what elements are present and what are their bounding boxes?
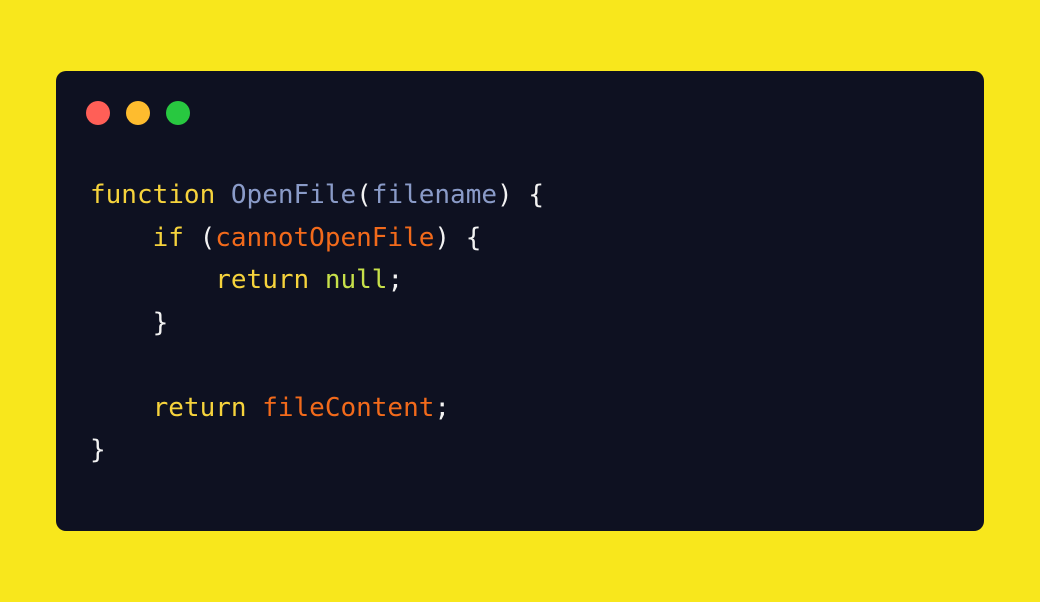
code-token-literal: null (324, 265, 388, 295)
maximize-button[interactable] (166, 101, 190, 125)
code-token-keyword: function (90, 180, 216, 210)
code-token-parameter: filename (371, 180, 498, 210)
code-token-punctuation: ( (356, 180, 372, 210)
code-line: return null; (90, 259, 544, 302)
code-token-identifier: fileContent (262, 392, 435, 423)
code-token-punctuation: } (90, 435, 106, 465)
code-token-keyword: return (152, 392, 247, 423)
code-token-punctuation: ( (183, 222, 216, 253)
code-window: function OpenFile(filename) { if (cannot… (56, 71, 984, 531)
code-token-function-name: OpenFile (230, 180, 357, 210)
code-token-punctuation: ) { (497, 180, 544, 210)
code-line: function OpenFile(filename) { (90, 174, 544, 217)
code-token-punctuation (247, 393, 263, 423)
code-token-keyword: if (152, 222, 184, 253)
close-button[interactable] (86, 101, 110, 125)
code-token-punctuation: ) { (434, 222, 482, 253)
code-line: if (cannotOpenFile) { (90, 217, 544, 260)
code-token-punctuation: } (152, 307, 169, 338)
code-token-punctuation (309, 265, 325, 295)
code-token-punctuation: ; (387, 265, 404, 295)
code-token-keyword: return (215, 265, 310, 295)
minimize-button[interactable] (126, 101, 150, 125)
code-line: return fileContent; (90, 387, 544, 430)
code-token-identifier: cannotOpenFile (215, 222, 435, 253)
code-token-punctuation: ; (434, 392, 451, 423)
code-block: function OpenFile(filename) { if (cannot… (90, 174, 544, 472)
code-line: } (90, 302, 544, 345)
code-line: ​ (90, 344, 544, 387)
code-token-punctuation (215, 180, 231, 210)
code-line: } (90, 429, 544, 472)
window-controls (86, 101, 190, 125)
